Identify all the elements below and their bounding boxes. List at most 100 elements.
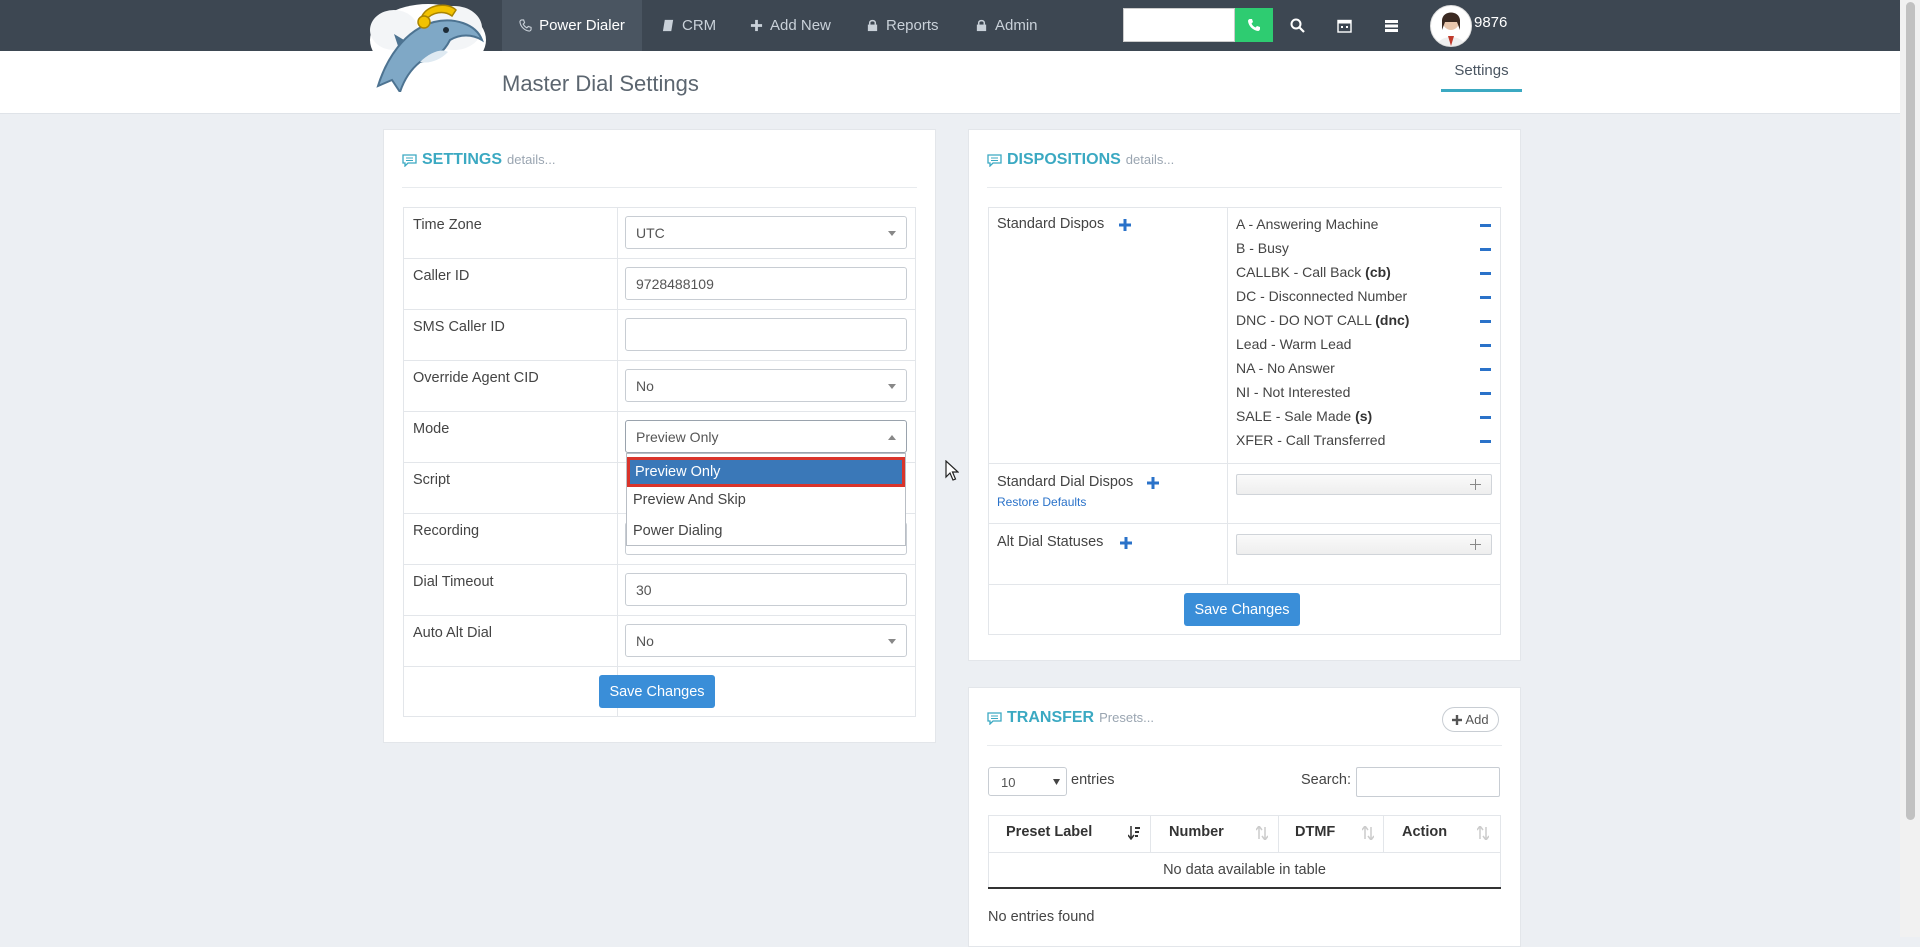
dispo-item: DNC - DO NOT CALL (dnc) [1236, 312, 1409, 328]
chevron-down-icon [888, 384, 896, 389]
tab-settings[interactable]: Settings [1441, 62, 1522, 79]
remove-dispo-icon[interactable] [1480, 416, 1491, 419]
nav-add-new-label: Add New [770, 17, 831, 34]
remove-dispo-icon[interactable] [1480, 344, 1491, 347]
autoalt-select[interactable]: No [625, 624, 907, 657]
smscallerid-label: SMS Caller ID [413, 319, 505, 335]
dispositions-save-button[interactable]: Save Changes [1184, 593, 1300, 626]
col-dtmf[interactable]: DTMF [1295, 824, 1335, 860]
col-action[interactable]: Action [1402, 824, 1447, 860]
nav-power-dialer-label: Power Dialer [539, 17, 625, 34]
page-size-select[interactable]: 10 [988, 767, 1067, 796]
lock-icon [867, 19, 878, 32]
remove-dispo-icon[interactable] [1480, 224, 1491, 227]
dispo-item: A - Answering Machine [1236, 216, 1378, 232]
nav-crm-label: CRM [682, 17, 717, 34]
remove-dispo-icon[interactable] [1480, 296, 1491, 299]
dispo-text: A - Answering Machine [1236, 216, 1379, 232]
calendar-icon[interactable] [1333, 14, 1355, 36]
settings-title: SETTINGS [422, 151, 503, 168]
callerid-input[interactable]: 9728488109 [625, 267, 907, 300]
dispo-item: DC - Disconnected Number [1236, 288, 1407, 304]
remove-dispo-icon[interactable] [1480, 272, 1491, 275]
tab-settings-underline [1441, 89, 1522, 92]
preset-search-input[interactable] [1356, 767, 1500, 797]
script-label: Script [413, 472, 451, 488]
timezone-value: UTC [636, 225, 665, 241]
mode-option-power-dialing[interactable]: Power Dialing [633, 523, 722, 539]
book-icon [662, 19, 674, 32]
transfer-panel-header: TRANSFER Presets... [987, 709, 1154, 727]
plus-icon [750, 19, 763, 32]
comment-icon [987, 711, 1002, 725]
settings-details-link[interactable]: details... [507, 152, 555, 167]
avatar[interactable] [1430, 5, 1472, 47]
transfer-presets-link[interactable]: Presets... [1099, 710, 1154, 725]
quick-dial-input[interactable] [1123, 8, 1235, 42]
restore-defaults-link[interactable]: Restore Defaults [997, 495, 1086, 509]
divider [987, 745, 1502, 746]
list-icon[interactable] [1380, 14, 1402, 36]
table-info: No entries found [988, 909, 1095, 925]
sort-icon[interactable] [1256, 826, 1268, 840]
dispo-item: SALE - Sale Made (s) [1236, 408, 1372, 424]
remove-dispo-icon[interactable] [1480, 392, 1491, 395]
sort-icon[interactable] [1477, 826, 1489, 840]
col-preset-label[interactable]: Preset Label [1006, 824, 1092, 860]
dolphin-logo[interactable] [364, 0, 492, 92]
remove-dispo-icon[interactable] [1480, 440, 1491, 443]
nav-add-new[interactable]: Add New [750, 0, 831, 51]
nav-admin[interactable]: Admin [975, 0, 1038, 51]
dispo-item: NA - No Answer [1236, 360, 1335, 376]
mode-label: Mode [413, 421, 450, 437]
call-button[interactable] [1235, 8, 1273, 42]
remove-dispo-icon[interactable] [1480, 320, 1491, 323]
search-icon[interactable] [1286, 14, 1308, 36]
mode-select[interactable]: Preview Only [625, 420, 907, 453]
alt-statuses-tag-input[interactable] [1236, 534, 1492, 555]
dispo-text: DNC - DO NOT CALL [1236, 312, 1372, 328]
nav-power-dialer[interactable]: Power Dialer [502, 0, 642, 51]
top-navbar [0, 0, 1900, 51]
chevron-down-icon [888, 231, 896, 236]
mode-option-preview-and-skip[interactable]: Preview And Skip [633, 492, 746, 508]
smscallerid-input[interactable] [625, 318, 907, 351]
dispositions-panel-header: DISPOSITIONS details... [987, 151, 1174, 169]
empty-table-message: No data available in table [1163, 862, 1326, 878]
settings-save-button[interactable]: Save Changes [599, 675, 715, 708]
dispo-code: (dnc) [1375, 312, 1410, 328]
scrollbar-thumb[interactable] [1906, 2, 1915, 820]
entries-label: entries [1071, 772, 1115, 788]
dial-dispos-tag-input[interactable] [1236, 474, 1492, 495]
divider [987, 187, 1502, 188]
phone-icon [519, 19, 532, 32]
dispositions-details-link[interactable]: details... [1126, 152, 1174, 167]
chevron-up-icon [888, 435, 896, 440]
dispo-item: XFER - Call Transferred [1236, 432, 1385, 448]
add-dial-dispo-icon[interactable] [1147, 477, 1159, 489]
col-number[interactable]: Number [1169, 824, 1224, 860]
override-value: No [636, 378, 654, 394]
timeout-input[interactable]: 30 [625, 573, 907, 606]
add-alt-status-icon[interactable] [1120, 537, 1132, 549]
nav-crm[interactable]: CRM [662, 0, 716, 51]
remove-dispo-icon[interactable] [1480, 368, 1491, 371]
sort-asc-icon[interactable] [1128, 826, 1140, 840]
nav-reports[interactable]: Reports [866, 0, 939, 51]
override-select[interactable]: No [625, 369, 907, 402]
dispo-text: SALE - Sale Made [1236, 408, 1352, 424]
page-title: Master Dial Settings [502, 71, 699, 96]
dispo-item: Lead - Warm Lead [1236, 336, 1351, 352]
add-preset-button[interactable]: Add [1442, 707, 1499, 732]
dispo-text: DC - Disconnected Number [1236, 288, 1408, 304]
divider [402, 187, 917, 188]
mode-option-preview-only[interactable]: Preview Only [627, 457, 905, 487]
dispo-text: B - Busy [1236, 240, 1289, 256]
user-number[interactable]: 9876 [1474, 14, 1507, 31]
remove-dispo-icon[interactable] [1480, 248, 1491, 251]
sort-icon[interactable] [1362, 826, 1374, 840]
mode-option-label: Preview Only [635, 464, 721, 480]
timezone-select[interactable]: UTC [625, 216, 907, 249]
dispo-code: (s) [1355, 408, 1373, 424]
add-standard-dispo-icon[interactable] [1119, 219, 1131, 231]
